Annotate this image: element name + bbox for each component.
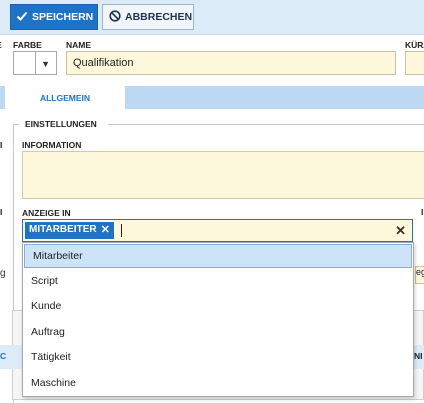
option-maschine[interactable]: Maschine (23, 370, 413, 396)
background-left-label: C (0, 351, 7, 361)
name-label: NAME (66, 40, 92, 50)
options-dropdown: Mitarbeiter Script Kunde Auftrag Tätigke… (22, 242, 414, 397)
background-column-label: NI (414, 351, 423, 361)
selected-chip: MITARBEITER ✕ (25, 222, 114, 239)
cancel-button-label: ABBRECHEN (125, 11, 193, 23)
toolbar: SPEICHERN ABBRECHEN (0, 0, 424, 35)
checkmark-icon (16, 10, 28, 25)
settings-legend: EINSTELLUNGEN (25, 119, 97, 129)
cancel-button[interactable]: ABBRECHEN (102, 4, 194, 30)
information-label: INFORMATION (22, 140, 82, 150)
remove-chip-icon[interactable]: ✕ (101, 224, 110, 236)
left-cut-label: I (0, 140, 3, 150)
left-cut-label: e (0, 40, 2, 50)
background-field-fragment: eg (415, 266, 424, 284)
option-taetigkeit[interactable]: Tätigkeit (23, 345, 413, 371)
save-button-label: SPEICHERN (32, 11, 94, 23)
option-auftrag[interactable]: Auftrag (23, 319, 413, 345)
color-swatch (14, 52, 36, 74)
option-kunde[interactable]: Kunde (23, 294, 413, 320)
color-picker[interactable]: ▼ (13, 51, 57, 75)
farbe-label: FARBE (13, 40, 42, 50)
left-cut-label: I (0, 207, 3, 217)
option-mitarbeiter[interactable]: Mitarbeiter (24, 244, 412, 268)
background-label-fragment: g (0, 268, 6, 279)
chip-label: MITARBEITER (29, 224, 97, 235)
chevron-down-icon[interactable]: ▼ (41, 59, 50, 69)
information-textarea[interactable] (22, 151, 424, 199)
tab-allgemein[interactable]: ALLGEMEIN (5, 86, 125, 109)
kurz-input[interactable] (405, 51, 424, 75)
clear-icon[interactable]: ✕ (395, 223, 406, 238)
name-input[interactable]: Qualifikation (66, 51, 396, 75)
text-cursor (121, 224, 122, 237)
display-in-multiselect[interactable]: MITARBEITER ✕ ✕ (22, 219, 413, 242)
kurz-label: KÜRZ (405, 40, 424, 50)
cancel-icon (109, 9, 121, 25)
tab-bar: ALLGEMEIN (0, 86, 424, 109)
save-button[interactable]: SPEICHERN (10, 4, 98, 30)
anzeige-label: ANZEIGE IN (22, 208, 71, 218)
option-script[interactable]: Script (23, 268, 413, 294)
fieldset-border (108, 124, 424, 125)
right-cut-label: I (421, 207, 424, 217)
